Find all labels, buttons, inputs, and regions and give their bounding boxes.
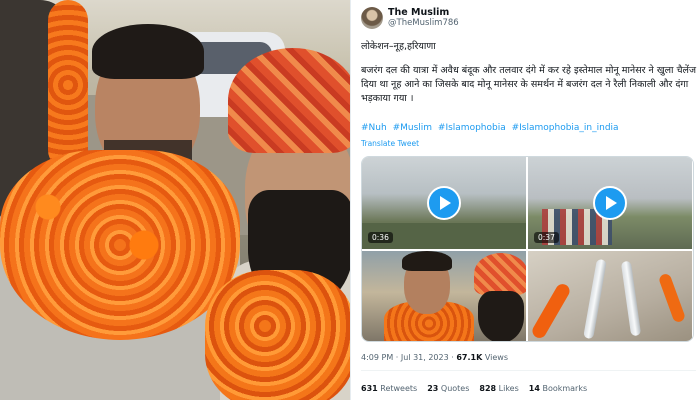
- avatar[interactable]: [361, 7, 383, 29]
- orange-hose: [529, 281, 573, 341]
- hashtag-link[interactable]: #Muslim: [393, 123, 432, 133]
- quotes-stat[interactable]: 23 Quotes: [427, 384, 469, 393]
- image-thumbnail[interactable]: [362, 251, 526, 341]
- likes-label: Likes: [498, 384, 519, 393]
- body-text: बजरंग दल की यात्रा में अवैध बंदूक और तलव…: [361, 65, 697, 104]
- saffron-turban: [228, 48, 350, 153]
- play-icon[interactable]: [427, 186, 461, 220]
- left-marigold-garland: [0, 150, 240, 340]
- views-label: Views: [484, 353, 508, 362]
- tweet-header: The Muslim @TheMuslim786: [361, 5, 459, 31]
- tweet-date[interactable]: Jul 31, 2023: [401, 353, 449, 362]
- retweets-stat[interactable]: 631 Retweets: [361, 384, 417, 393]
- hashtag-link[interactable]: #Nuh: [361, 123, 387, 133]
- video-thumbnail[interactable]: 0:37: [528, 157, 692, 249]
- selfie-photo: [0, 0, 350, 400]
- divider: [361, 370, 696, 371]
- video-thumbnail[interactable]: 0:36: [362, 157, 526, 249]
- background-garland: [48, 0, 88, 170]
- man-hair: [402, 251, 452, 271]
- sword: [583, 258, 607, 340]
- video-duration: 0:37: [534, 232, 559, 243]
- tweet-time[interactable]: 4:09 PM: [361, 353, 393, 362]
- video-duration: 0:36: [368, 232, 393, 243]
- tweet-text: लोकेशन–नूह,हरियाणा बजरंग दल की यात्रा मे…: [361, 40, 697, 116]
- tweet-card: The Muslim @TheMuslim786 लोकेशन–नूह,हरिय…: [350, 0, 700, 400]
- hashtag-link[interactable]: #Islamophobia: [438, 123, 506, 133]
- bookmarks-stat[interactable]: 14 Bookmarks: [529, 384, 587, 393]
- bookmarks-label: Bookmarks: [542, 384, 588, 393]
- tweet-timestamp: 4:09 PM · Jul 31, 2023 · 67.1K Views: [361, 353, 508, 362]
- saffron-turban: [474, 253, 526, 295]
- retweets-count: 631: [361, 384, 378, 393]
- bearded-man: [478, 291, 524, 341]
- bookmarks-count: 14: [528, 384, 540, 393]
- author-names: The Muslim @TheMuslim786: [388, 7, 459, 29]
- views-count: 67.1K: [456, 353, 483, 362]
- quotes-label: Quotes: [440, 384, 470, 393]
- likes-stat[interactable]: 828 Likes: [479, 384, 518, 393]
- display-name[interactable]: The Muslim: [388, 7, 459, 18]
- hashtag-link[interactable]: #Islamophobia_in_india: [512, 123, 619, 133]
- engagement-stats: 631 Retweets 23 Quotes 828 Likes 14 Book…: [361, 384, 587, 393]
- sword: [620, 260, 642, 337]
- retweets-label: Retweets: [380, 384, 418, 393]
- location-line: लोकेशन–नूह,हरियाणा: [361, 41, 436, 52]
- hashtags: #Nuh #Muslim #Islamophobia #Islamophobia…: [361, 123, 622, 133]
- orange-hose: [657, 272, 687, 324]
- translate-tweet-link[interactable]: Translate Tweet: [361, 139, 419, 148]
- media-grid: 0:36 0:37: [361, 156, 694, 342]
- left-man-hair: [92, 24, 204, 79]
- image-thumbnail[interactable]: [528, 251, 692, 341]
- play-icon[interactable]: [593, 186, 627, 220]
- likes-count: 828: [479, 384, 497, 393]
- user-handle[interactable]: @TheMuslim786: [388, 18, 459, 29]
- quotes-count: 23: [427, 384, 439, 393]
- right-marigold-garland: [205, 270, 350, 400]
